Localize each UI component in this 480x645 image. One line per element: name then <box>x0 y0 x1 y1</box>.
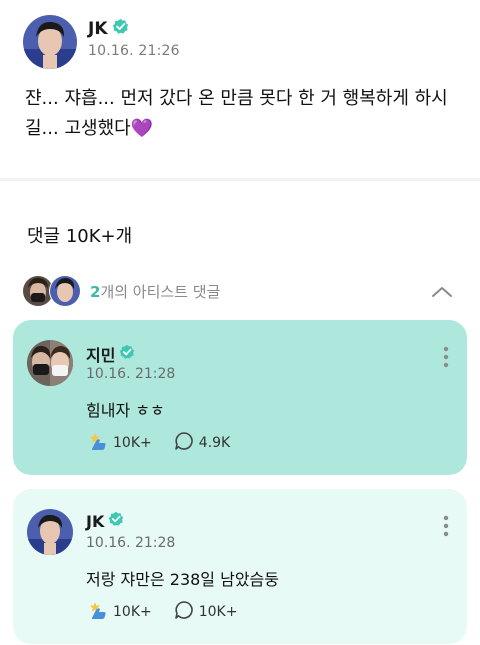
artist-comments-count: 2 <box>90 283 101 301</box>
reply-count: 10K+ <box>198 604 238 620</box>
commenter-avatar[interactable] <box>27 509 73 555</box>
comment-timestamp: 10.16. 21:28 <box>86 366 176 382</box>
author-name-row: JK <box>88 18 129 40</box>
comment-card: JK 10.16. 21:28 저랑 쟈만은 238일 남았슴둥 10K+ 10… <box>13 489 467 644</box>
artist-comments-text: 개의 아티스트 댓글 <box>100 283 221 301</box>
reply-button[interactable]: 10K+ <box>174 600 238 624</box>
more-vertical-icon[interactable] <box>443 346 449 372</box>
comment-timestamp: 10.16. 21:28 <box>86 535 176 551</box>
like-count: 10K+ <box>113 435 152 451</box>
commenter-avatar[interactable] <box>27 340 73 386</box>
like-count: 10K+ <box>113 604 152 620</box>
post-timestamp: 10.16. 21:26 <box>88 43 180 59</box>
comment-stats: 10K+ 10K+ <box>86 600 259 624</box>
comment-text: 저랑 쟈만은 238일 남았슴둥 <box>86 570 279 589</box>
comment-card: 지민 10.16. 21:28 힘내자 ㅎㅎ 10K+ 4.9K <box>13 320 467 475</box>
like-button[interactable]: 10K+ <box>86 431 152 455</box>
commenter-name[interactable]: JK <box>86 512 104 531</box>
reply-button[interactable]: 4.9K <box>174 431 230 455</box>
artist-comments-label: 2개의 아티스트 댓글 <box>90 281 220 302</box>
reply-bubble-icon <box>174 600 194 624</box>
post-text: 쟌... 쟈흡... 먼저 갔다 온 만큼 못다 한 거 행복하게 하시길...… <box>25 84 465 144</box>
reply-count: 4.9K <box>198 435 231 451</box>
comment-text: 힘내자 ㅎㅎ <box>86 401 165 420</box>
commenter-name-row: JK <box>86 511 124 531</box>
author-name[interactable]: JK <box>88 19 108 39</box>
artist-avatar-stack <box>22 274 82 308</box>
purple-heart-emoji: 💜 <box>130 118 154 139</box>
like-icon <box>86 431 108 455</box>
author-avatar[interactable] <box>23 15 77 69</box>
like-button[interactable]: 10K+ <box>86 600 152 624</box>
comment-stats: 10K+ 4.9K <box>86 431 252 455</box>
more-vertical-icon[interactable] <box>443 515 449 541</box>
artist-comments-toggle[interactable]: 2개의 아티스트 댓글 <box>22 274 462 310</box>
commenter-name[interactable]: 지민 <box>86 342 115 366</box>
section-divider <box>0 178 480 181</box>
comments-count: 댓글 10K+개 <box>27 226 133 247</box>
verified-badge-icon <box>108 511 124 531</box>
reply-bubble-icon <box>174 431 194 455</box>
commenter-name-row: 지민 <box>86 342 135 366</box>
chevron-up-icon[interactable] <box>430 280 454 308</box>
verified-badge-icon <box>119 344 135 364</box>
verified-badge-icon <box>112 18 129 40</box>
post-text-content: 쟌... 쟈흡... 먼저 갔다 온 만큼 못다 한 거 행복하게 하시길...… <box>25 88 448 139</box>
like-icon <box>86 600 108 624</box>
